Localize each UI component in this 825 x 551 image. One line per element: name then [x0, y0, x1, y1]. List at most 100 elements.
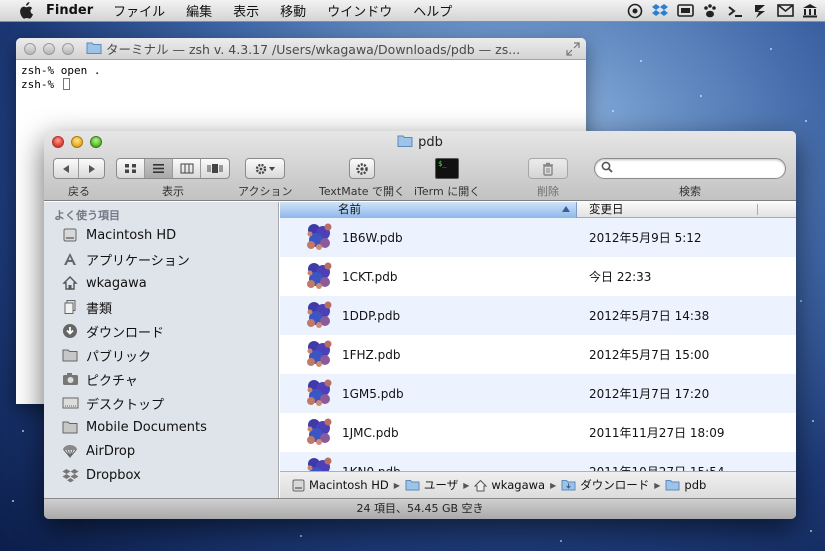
iterm-label: iTerm に開く: [414, 185, 481, 198]
folder-icon: [61, 346, 79, 364]
icon-view-button[interactable]: [117, 159, 145, 178]
view-label: 表示: [162, 185, 184, 198]
sidebar-item-label: アプリケーション: [86, 253, 190, 269]
window-title: pdb: [418, 135, 443, 150]
sidebar-item-dropbox[interactable]: Dropbox: [44, 463, 278, 487]
list-view-button[interactable]: [145, 159, 173, 178]
file-date: 2012年5月7日 14:38: [589, 309, 710, 323]
sidebar: よく使う項目 Macintosh HD アプリケーション wkagawa 書類: [44, 202, 279, 498]
folder-icon: [405, 480, 420, 491]
airdrop-icon: [61, 442, 79, 460]
file-name: 1JMC.pdb: [342, 425, 399, 440]
coverflow-view-button[interactable]: [201, 159, 229, 178]
sort-ascending-icon: [562, 206, 570, 212]
sidebar-header: よく使う項目: [54, 209, 120, 222]
path-item-downloads[interactable]: ダウンロード: [561, 477, 649, 493]
file-name-cell: 1KN0.pdb: [280, 454, 577, 471]
sidebar-item-desktop[interactable]: デスクトップ: [44, 391, 278, 415]
terminal-minimize-button[interactable]: [43, 42, 55, 55]
menu-app-name[interactable]: Finder: [46, 3, 93, 18]
fullscreen-icon[interactable]: [566, 42, 580, 56]
table-row[interactable]: 1DDP.pdb 2012年5月7日 14:38: [280, 296, 796, 335]
textmate-button[interactable]: [349, 158, 376, 179]
menu-go[interactable]: 移動: [280, 1, 306, 20]
file-name-cell: 1GM5.pdb: [280, 376, 577, 411]
table-row[interactable]: 1FHZ.pdb 2012年5月7日 15:00: [280, 335, 796, 374]
pdb-file-icon: [302, 259, 342, 294]
name-column-header[interactable]: 名前: [280, 202, 577, 218]
file-name: 1FHZ.pdb: [342, 347, 401, 362]
terminal-zoom-button[interactable]: [62, 42, 74, 55]
path-item-macintosh-hd[interactable]: Macintosh HD: [292, 478, 389, 492]
action-label: アクション: [238, 185, 293, 198]
finder-window[interactable]: pdb 戻る 表示 アクション TextMate で開く $_ iTerm に開…: [44, 131, 796, 519]
sidebar-item-macintosh-hd[interactable]: Macintosh HD: [44, 223, 278, 247]
folder-icon: [86, 41, 102, 57]
lightning-icon[interactable]: [751, 2, 769, 19]
path-item-users[interactable]: ユーザ: [405, 477, 458, 493]
sidebar-item-label: Dropbox: [86, 467, 141, 483]
sidebar-item-airdrop[interactable]: AirDrop: [44, 439, 278, 463]
terminal-close-button[interactable]: [24, 42, 36, 55]
column-view-button[interactable]: [173, 159, 201, 178]
downloads-folder-icon: [561, 480, 576, 491]
sidebar-item-public[interactable]: パブリック: [44, 343, 278, 367]
terminal-line: zsh-% open .: [21, 64, 101, 77]
time-machine-icon[interactable]: [626, 2, 644, 19]
paw-icon[interactable]: [701, 2, 719, 19]
folder-icon: [665, 480, 680, 491]
bank-icon[interactable]: [801, 2, 819, 19]
date-column-header[interactable]: 変更日: [577, 202, 796, 217]
table-row[interactable]: 1JMC.pdb 2011年11月27日 18:09: [280, 413, 796, 452]
sidebar-item-label: デスクトップ: [86, 397, 165, 413]
sidebar-item-documents[interactable]: 書類: [44, 295, 278, 319]
menu-file[interactable]: ファイル: [113, 1, 165, 20]
path-bar: Macintosh HD ▶ ユーザ ▶ wkagawa ▶ ダウンロード ▶ …: [280, 471, 796, 498]
sidebar-item-downloads[interactable]: ダウンロード: [44, 319, 278, 343]
table-row[interactable]: 1GM5.pdb 2012年1月7日 17:20: [280, 374, 796, 413]
apple-menu-icon[interactable]: [16, 2, 34, 20]
file-name-cell: 1JMC.pdb: [280, 415, 577, 450]
terminal-title: ターミナル — zsh v. 4.3.17 /Users/wkagawa/Dow…: [106, 42, 521, 57]
menu-help[interactable]: ヘルプ: [413, 1, 452, 20]
terminal-title-bar[interactable]: ターミナル — zsh v. 4.3.17 /Users/wkagawa/Dow…: [16, 38, 586, 60]
mail-icon[interactable]: [776, 2, 794, 19]
path-item-pdb[interactable]: pdb: [665, 478, 706, 492]
display-icon[interactable]: [676, 2, 694, 19]
table-row[interactable]: 1CKT.pdb 今日 22:33: [280, 257, 796, 296]
search-input[interactable]: [617, 162, 777, 175]
dropbox-status-icon[interactable]: [651, 2, 669, 19]
sidebar-item-mobile-documents[interactable]: Mobile Documents: [44, 415, 278, 439]
documents-icon: [61, 298, 79, 316]
search-field[interactable]: [594, 158, 786, 179]
menu-window[interactable]: ウインドウ: [327, 1, 392, 20]
sidebar-item-pictures[interactable]: ピクチャ: [44, 367, 278, 391]
action-button[interactable]: [245, 158, 286, 179]
file-list[interactable]: 名前 変更日 1B6W.pdb 2012年5月9日 5:12 1CKT.pdb 今日 …: [280, 202, 796, 471]
applications-icon: [61, 250, 79, 268]
pdb-file-icon: [302, 415, 342, 450]
home-icon: [61, 274, 79, 292]
back-button[interactable]: [54, 159, 79, 178]
desktop-icon: [61, 394, 79, 412]
view-mode-control[interactable]: [116, 158, 230, 179]
pdb-file-icon: [302, 298, 342, 333]
terminal-prompt-icon[interactable]: [726, 2, 744, 19]
delete-button[interactable]: [528, 158, 568, 179]
table-row[interactable]: 1KN0.pdb2011年10月27日 15:54: [280, 452, 796, 471]
terminal-cursor: [62, 78, 70, 90]
sidebar-item-label: パブリック: [86, 349, 152, 365]
forward-button[interactable]: [79, 159, 104, 178]
table-row[interactable]: 1B6W.pdb 2012年5月9日 5:12: [280, 218, 796, 257]
sidebar-item-home[interactable]: wkagawa: [44, 271, 278, 295]
sidebar-item-applications[interactable]: アプリケーション: [44, 247, 278, 271]
back-forward-control[interactable]: [53, 158, 105, 179]
downloads-icon: [61, 322, 79, 340]
path-item-home[interactable]: wkagawa: [474, 478, 545, 492]
search-label: 検索: [679, 185, 701, 198]
terminal-output[interactable]: zsh-% open . zsh-%: [16, 60, 586, 96]
menu-view[interactable]: 表示: [233, 1, 259, 20]
file-name: 1DDP.pdb: [342, 308, 401, 323]
menu-edit[interactable]: 編集: [186, 1, 212, 20]
iterm-icon[interactable]: $_: [435, 158, 460, 179]
